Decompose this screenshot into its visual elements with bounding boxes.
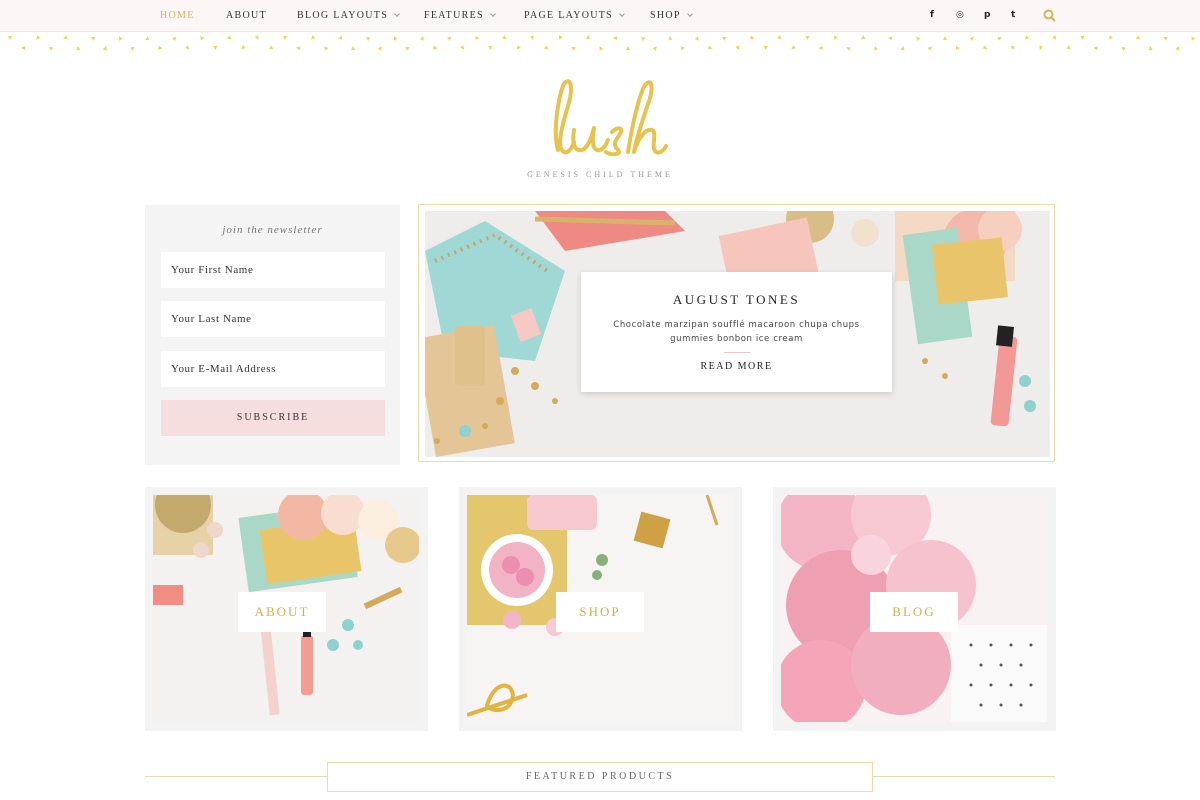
slide-caption-card: August Tones Chocolate marzipan soufflé …	[581, 272, 892, 392]
chevron-down-icon	[686, 11, 693, 17]
nav-features-label: Features	[424, 10, 484, 21]
nav-page-layouts-label: Page Layouts	[524, 10, 614, 21]
facebook-icon[interactable]: f	[930, 10, 934, 20]
newsletter-title: join the newsletter	[222, 224, 323, 236]
twitter-icon[interactable]: t	[1011, 10, 1015, 20]
site-tagline: Genesis Child Theme	[527, 170, 673, 179]
newsletter-panel: join the newsletter Your First Name Your…	[145, 205, 400, 465]
confetti-border	[8, 35, 1196, 51]
chevron-down-icon	[490, 11, 496, 17]
chevron-down-icon	[619, 11, 625, 17]
search-icon[interactable]	[1043, 9, 1056, 22]
email-field[interactable]: Your E-Mail Address	[161, 351, 385, 387]
first-name-field[interactable]: Your First Name	[161, 252, 385, 288]
subscribe-button[interactable]: Subscribe	[161, 400, 385, 436]
read-more-link[interactable]: Read More	[581, 361, 892, 372]
slide-divider	[724, 352, 750, 353]
site-logo[interactable]	[500, 70, 700, 170]
chevron-down-icon	[394, 11, 400, 17]
nav-blog-layouts-label: Blog Layouts	[297, 10, 389, 21]
featured-products-heading: Featured Products	[327, 762, 873, 792]
nav-shop-label: Shop	[650, 10, 681, 21]
slide-excerpt: Chocolate marzipan soufflé macaroon chup…	[613, 320, 860, 344]
last-name-field[interactable]: Your Last Name	[161, 301, 385, 337]
nav-about[interactable]: About	[226, 10, 267, 21]
nav-page-layouts[interactable]: Page Layouts	[524, 10, 625, 21]
instagram-icon[interactable]: ◎	[956, 10, 964, 20]
tile-blog-label[interactable]: Blog	[870, 592, 958, 632]
nav-shop[interactable]: Shop	[650, 10, 693, 21]
tile-shop-label[interactable]: Shop	[556, 592, 644, 632]
nav-features[interactable]: Features	[424, 10, 496, 21]
tile-about-label[interactable]: About	[238, 592, 326, 632]
slide-title: August Tones	[672, 292, 801, 307]
nav-home[interactable]: Home	[160, 10, 195, 21]
top-navigation: Home About Blog Layouts Features Page La…	[0, 0, 1200, 32]
pinterest-icon[interactable]: p	[984, 10, 990, 20]
nav-blog-layouts[interactable]: Blog Layouts	[297, 10, 400, 21]
